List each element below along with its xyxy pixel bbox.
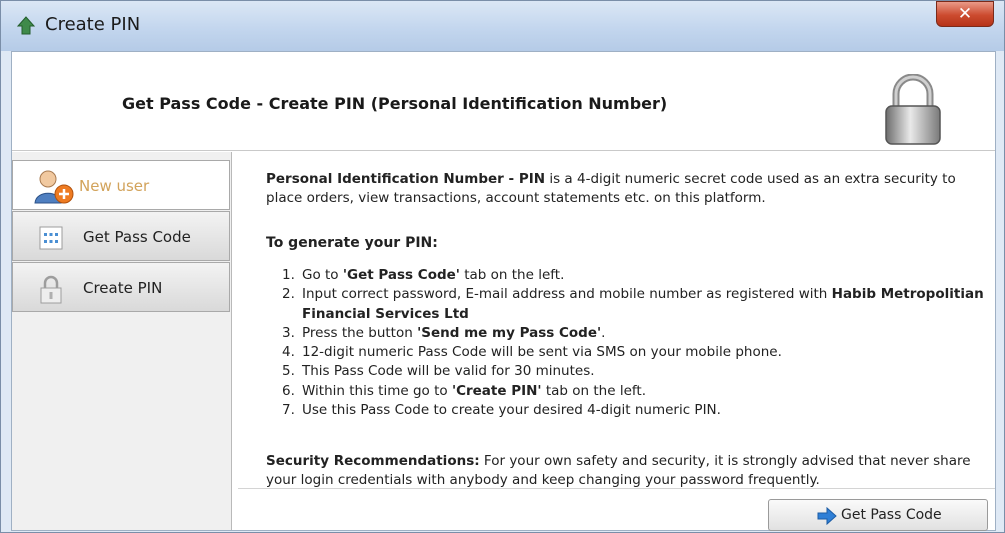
pass-code-icon [39, 226, 63, 250]
security-bold: Security Recommendations: [266, 453, 480, 469]
pin-definition: Personal Identification Number - PIN is … [266, 170, 991, 208]
title-bar[interactable]: Create PIN ✕ [1, 1, 1004, 51]
create-pin-icon [40, 275, 62, 304]
list-item: 2. Input correct password, E-mail address… [282, 286, 984, 322]
dialog-body: Get Pass Code - Create PIN (Personal Ide… [11, 51, 996, 531]
list-item: 6. Within this time go to 'Create PIN' ta… [282, 382, 646, 399]
sidebar-item-create-pin[interactable]: Create PIN [12, 262, 230, 312]
create-pin-window: Create PIN ✕ Get Pass Code - Create PIN … [0, 0, 1005, 533]
list-item: 1. Go to 'Get Pass Code' tab on the left. [282, 267, 565, 283]
sidebar-item-get-pass-code[interactable]: Get Pass Code [12, 211, 230, 261]
get-pass-code-label: Get Pass Code [841, 507, 942, 523]
generate-heading: To generate your PIN: [266, 235, 438, 251]
new-user-icon [34, 170, 74, 204]
list-item: 3. Press the button 'Send me my Pass Code… [282, 324, 606, 341]
close-button[interactable]: ✕ [936, 1, 994, 27]
window-title: Create PIN [45, 14, 141, 35]
intro-bold: Personal Identification Number - PIN [266, 171, 546, 187]
app-icon [16, 16, 36, 35]
dialog-header: Get Pass Code - Create PIN (Personal Ide… [12, 52, 995, 151]
steps-list: 1. Go to 'Get Pass Code' tab on the left.… [282, 266, 992, 420]
list-item: 5. This Pass Code will be valid for 30 mi… [282, 363, 595, 380]
sidebar-item-label: New user [79, 177, 150, 195]
sidebar: New user Get Pass Code Create PIN [12, 152, 232, 530]
sidebar-item-label: Get Pass Code [83, 228, 191, 246]
header-title: Get Pass Code - Create PIN (Personal Ide… [122, 94, 668, 113]
lock-icon [885, 74, 941, 145]
list-item: 4. 12-digit numeric Pass Code will be sen… [282, 344, 782, 361]
list-item: 7. Use this Pass Code to create your desi… [282, 402, 721, 419]
close-icon: ✕ [957, 4, 973, 24]
footer-divider [238, 488, 995, 489]
arrow-right-icon [817, 507, 837, 525]
security-recommendations: Security Recommendations: For your own s… [266, 452, 994, 490]
sidebar-item-new-user[interactable]: New user [12, 160, 230, 210]
sidebar-item-label: Create PIN [83, 279, 163, 297]
get-pass-code-button[interactable]: Get Pass Code [768, 499, 988, 531]
